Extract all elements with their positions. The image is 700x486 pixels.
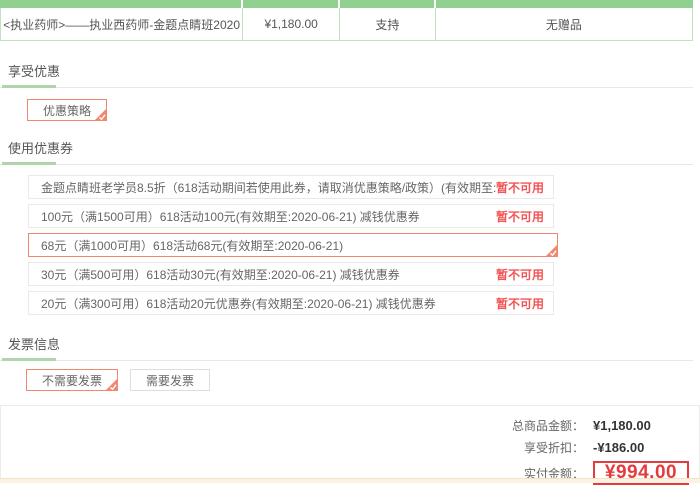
discount-strategy-button[interactable]: 优惠策略 bbox=[27, 99, 107, 121]
coupon-item[interactable]: 金题点睛班老学员8.5折（618活动期间若使用此券，请取消优惠策略/政策）(有效… bbox=[28, 175, 554, 199]
product-table-header bbox=[0, 0, 693, 8]
product-table: <执业药师>——执业西药师-金题点睛班2020 ¥1,180.00 支持 无赠品 bbox=[0, 0, 693, 41]
product-gift: 无赠品 bbox=[436, 8, 692, 40]
coupon-item[interactable]: 100元（满1500可用）618活动100元(有效期至:2020-06-21) … bbox=[28, 204, 554, 228]
section-underline bbox=[0, 357, 693, 361]
coupon-text: 20元（满300可用）618活动20元优惠券(有效期至:2020-06-21) … bbox=[41, 295, 496, 312]
coupon-list: 金题点睛班老学员8.5折（618活动期间若使用此券，请取消优惠策略/政策）(有效… bbox=[28, 175, 554, 315]
coupon-text: 金题点睛班老学员8.5折（618活动期间若使用此券，请取消优惠策略/政策）(有效… bbox=[41, 179, 496, 196]
product-row: <执业药师>——执业西药师-金题点睛班2020 ¥1,180.00 支持 无赠品 bbox=[0, 8, 693, 41]
selected-check-corner-icon bbox=[94, 108, 107, 121]
need-invoice-button[interactable]: 需要发票 bbox=[130, 369, 210, 391]
invoice-section-title: 发票信息 bbox=[8, 334, 693, 353]
section-underline bbox=[0, 84, 693, 88]
discount-amount-label: 享受折扣： bbox=[524, 439, 584, 456]
order-summary-panel: 总商品金额： ¥1,180.00 享受折扣： -¥186.00 实付金额： ¥9… bbox=[0, 405, 700, 478]
discount-section-title: 享受优惠 bbox=[8, 61, 693, 80]
coupon-text: 100元（满1500可用）618活动100元(有效期至:2020-06-21) … bbox=[41, 208, 496, 225]
coupon-status-badge: 暂不可用 bbox=[496, 179, 544, 196]
no-invoice-button-label: 不需要发票 bbox=[42, 372, 102, 389]
coupon-item[interactable]: 20元（满300可用）618活动20元优惠券(有效期至:2020-06-21) … bbox=[28, 291, 554, 315]
discount-amount-value: -¥186.00 bbox=[593, 440, 689, 455]
header-cell-price bbox=[243, 0, 340, 8]
discount-strategy-button-label: 优惠策略 bbox=[43, 102, 91, 119]
coupon-text: 30元（满500可用）618活动30元(有效期至:2020-06-21) 减钱优… bbox=[41, 266, 496, 283]
section-underline bbox=[0, 161, 693, 165]
total-amount-label: 总商品金额： bbox=[512, 417, 584, 434]
header-cell-gift bbox=[436, 0, 693, 8]
selected-check-corner-icon bbox=[545, 244, 558, 257]
coupon-item-selected[interactable]: 68元（满1000可用）618活动68元(有效期至:2020-06-21) bbox=[28, 233, 558, 257]
product-name: <执业药师>——执业西药师-金题点睛班2020 bbox=[1, 8, 243, 40]
coupon-status-badge: 暂不可用 bbox=[496, 295, 544, 312]
checkout-page: <执业药师>——执业西药师-金题点睛班2020 ¥1,180.00 支持 无赠品… bbox=[0, 0, 693, 391]
need-invoice-button-label: 需要发票 bbox=[146, 372, 194, 389]
coupon-text: 68元（满1000可用）618活动68元(有效期至:2020-06-21) bbox=[41, 237, 548, 254]
product-price: ¥1,180.00 bbox=[243, 8, 340, 40]
selected-check-corner-icon bbox=[105, 378, 118, 391]
product-support: 支持 bbox=[340, 8, 436, 40]
coupon-status-badge: 暂不可用 bbox=[496, 266, 544, 283]
header-cell-name bbox=[0, 0, 243, 8]
coupon-status-badge: 暂不可用 bbox=[496, 208, 544, 225]
coupon-section-title: 使用优惠券 bbox=[8, 138, 693, 157]
header-cell-support bbox=[340, 0, 436, 8]
total-amount-value: ¥1,180.00 bbox=[593, 418, 689, 433]
bottom-action-bar-edge bbox=[0, 478, 700, 483]
no-invoice-button[interactable]: 不需要发票 bbox=[26, 369, 118, 391]
coupon-item[interactable]: 30元（满500可用）618活动30元(有效期至:2020-06-21) 减钱优… bbox=[28, 262, 554, 286]
